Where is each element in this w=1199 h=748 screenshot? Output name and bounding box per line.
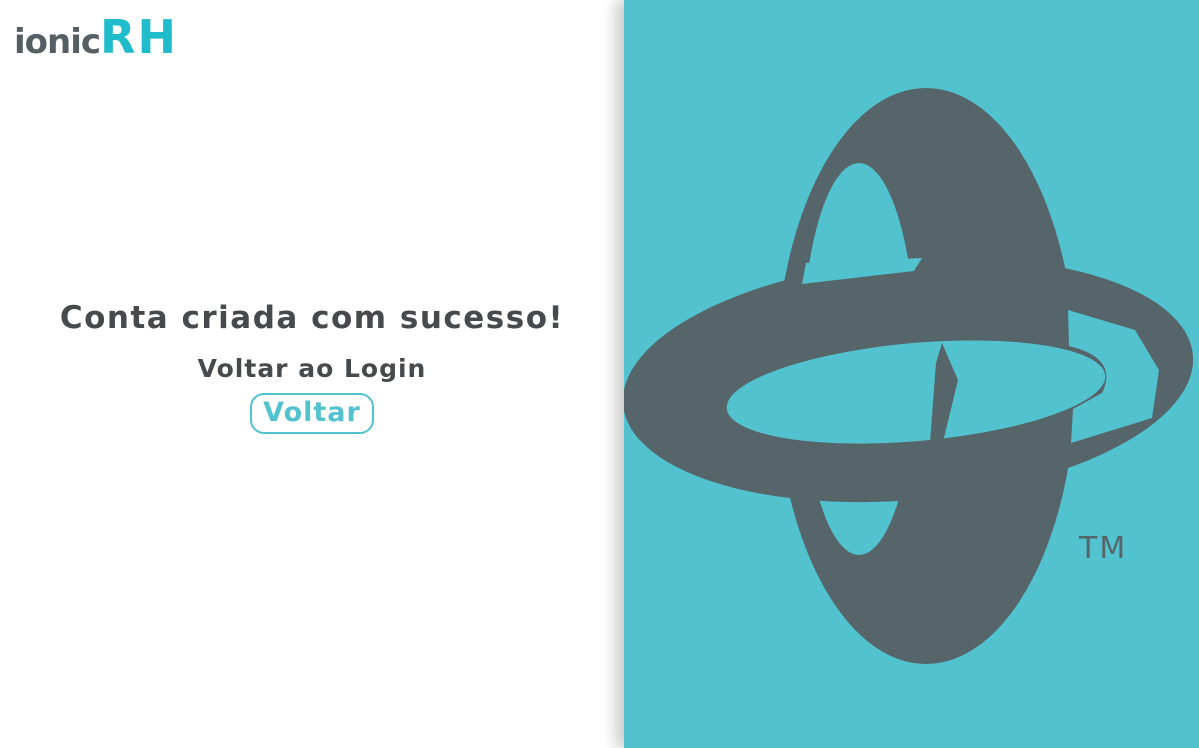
success-panel: ionicRH Conta criada com sucesso! Voltar… [0, 0, 624, 748]
page: ionicRH Conta criada com sucesso! Voltar… [0, 0, 1199, 748]
success-title: Conta criada com sucesso! [59, 300, 565, 336]
brand-panel: TM [624, 0, 1199, 748]
back-button[interactable]: Voltar [250, 393, 374, 434]
back-to-login-label: Voltar ao Login [197, 354, 427, 383]
ionic-orbit-logo-icon: TM [624, 88, 1194, 664]
success-message: Conta criada com sucesso! Voltar ao Logi… [0, 300, 624, 434]
logo-suffix: RH [100, 10, 178, 64]
app-logo: ionicRH [14, 10, 178, 64]
logo-prefix: ionic [14, 22, 101, 62]
trademark-symbol: TM [1078, 531, 1127, 566]
